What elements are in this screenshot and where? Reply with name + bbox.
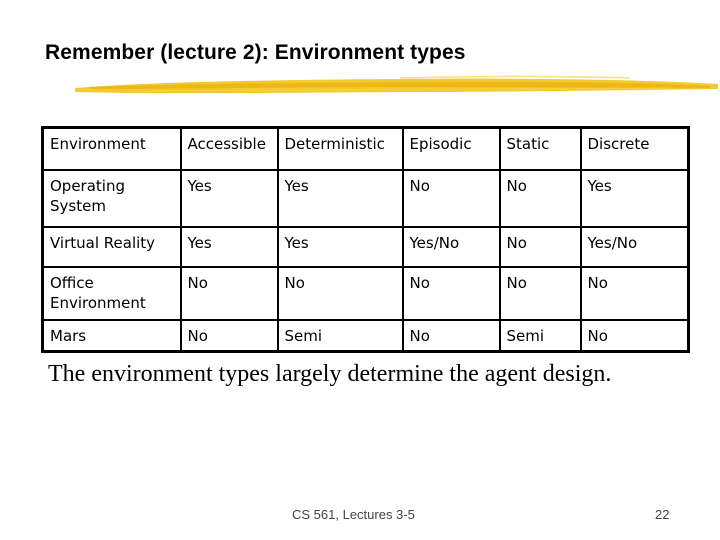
table-row: Office Environment No No No No No: [41, 265, 690, 321]
header-cell: Static: [498, 126, 582, 171]
table-cell: No: [498, 168, 582, 228]
header-cell: Deterministic: [276, 126, 404, 171]
table-cell: No: [579, 265, 690, 321]
table-cell: No: [401, 168, 501, 228]
table-cell: Yes: [179, 225, 279, 268]
table-cell: Semi: [498, 318, 582, 353]
table-cell: Operating System: [41, 168, 182, 228]
table-cell: Yes: [276, 168, 404, 228]
table-header-row: Environment Accessible Deterministic Epi…: [41, 126, 690, 171]
title-underline-brush-stroke: [75, 75, 718, 94]
header-cell: Accessible: [179, 126, 279, 171]
table-cell: Yes: [276, 225, 404, 268]
table-cell: No: [179, 265, 279, 321]
page-number: 22: [655, 507, 670, 522]
table-cell: No: [401, 318, 501, 353]
table-row: Operating System Yes Yes No No Yes: [41, 168, 690, 228]
table-cell: Yes/No: [401, 225, 501, 268]
slide-footer: CS 561, Lectures 3-5: [292, 507, 415, 522]
table-cell: No: [498, 265, 582, 321]
table-cell: Mars: [41, 318, 182, 353]
table-cell: Yes/No: [579, 225, 690, 268]
slide-title: Remember (lecture 2): Environment types: [45, 41, 466, 64]
header-cell: Discrete: [579, 126, 690, 171]
table-cell: No: [179, 318, 279, 353]
table-row: Virtual Reality Yes Yes Yes/No No Yes/No: [41, 225, 690, 268]
header-cell: Episodic: [401, 126, 501, 171]
environment-types-table: Environment Accessible Deterministic Epi…: [41, 126, 690, 353]
table-cell: No: [498, 225, 582, 268]
table-cell: Office Environment: [41, 265, 182, 321]
table-cell: No: [276, 265, 404, 321]
table-cell: Virtual Reality: [41, 225, 182, 268]
table-cell: No: [401, 265, 501, 321]
table-cell: Yes: [179, 168, 279, 228]
table-cell: No: [579, 318, 690, 353]
table-row: Mars No Semi No Semi No: [41, 318, 690, 353]
slide-caption: The environment types largely determine …: [48, 361, 612, 387]
table-cell: Yes: [579, 168, 690, 228]
table-cell: Semi: [276, 318, 404, 353]
header-cell: Environment: [41, 126, 182, 171]
